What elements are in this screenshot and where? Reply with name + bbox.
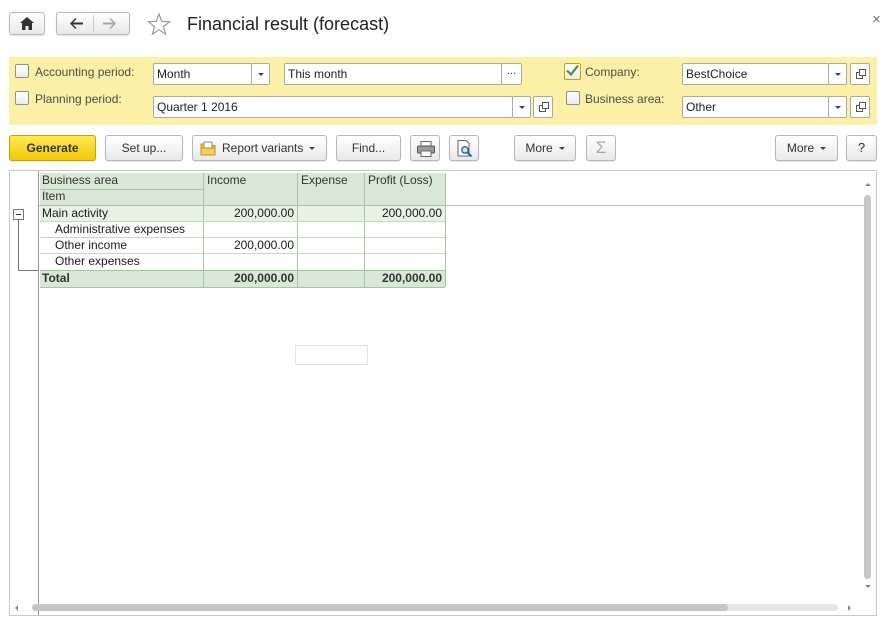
table-row-profit: [365, 222, 445, 238]
header-profit-loss: Profit (Loss): [365, 173, 445, 205]
accounting-period-checkbox[interactable]: [15, 64, 29, 78]
vertical-scrollbar[interactable]: [863, 181, 873, 591]
table-row-profit: [365, 254, 445, 270]
group-row-expense: [298, 206, 364, 222]
arrow-left-icon: [70, 18, 83, 29]
scroll-down-icon[interactable]: [863, 584, 873, 590]
business-area-label: Business area:: [585, 92, 665, 106]
scroll-up-icon[interactable]: [863, 181, 873, 187]
table-row-income: [204, 222, 297, 238]
report-variants-label: Report variants: [222, 141, 304, 155]
header-business-area: Business area: [40, 173, 203, 189]
setup-button[interactable]: Set up...: [105, 135, 183, 161]
header-expense: Expense: [298, 173, 364, 205]
scroll-left-icon[interactable]: [13, 603, 19, 613]
print-preview-icon: [457, 140, 473, 157]
home-button[interactable]: [9, 12, 45, 35]
selected-cell[interactable]: [295, 345, 368, 365]
forward-button[interactable]: [94, 13, 130, 34]
history-nav-group: [56, 12, 130, 35]
collapse-group-toggle[interactable]: [13, 209, 24, 220]
vertical-scroll-thumb[interactable]: [864, 195, 871, 579]
total-row-profit: 200,000.00: [365, 271, 445, 287]
table-row-label: Other income: [55, 238, 128, 252]
accounting-period-select-button[interactable]: ...: [501, 63, 522, 85]
help-button[interactable]: ?: [846, 135, 877, 161]
open-window-icon: [856, 102, 866, 112]
table-row-expense: [298, 254, 364, 270]
group-row-profit: 200,000.00: [365, 206, 445, 222]
company-field[interactable]: BestChoice: [682, 63, 829, 85]
horizontal-scrollbar[interactable]: [10, 601, 863, 613]
company-label: Company:: [585, 65, 640, 79]
table-row-label: Administrative expenses: [55, 222, 186, 236]
more-label: More: [525, 141, 553, 155]
table-row-income: 200,000.00: [233, 238, 294, 252]
business-area-dropdown[interactable]: [828, 96, 847, 118]
chevron-down-icon: [558, 147, 565, 151]
close-icon[interactable]: ×: [872, 11, 881, 28]
report-variants-icon: [200, 141, 216, 156]
printer-icon: [417, 141, 435, 157]
sum-button[interactable]: Σ: [586, 135, 616, 161]
open-window-icon: [856, 69, 866, 79]
table-row-income: [204, 254, 297, 270]
star-icon[interactable]: [147, 13, 171, 36]
accounting-period-label: Accounting period:: [35, 65, 135, 79]
group-row-label: Main activity: [40, 206, 203, 222]
more-label: More: [786, 141, 815, 155]
table-row-label: Other expenses: [55, 254, 140, 268]
total-row-income: 200,000.00: [204, 271, 297, 287]
accounting-period-type-dropdown[interactable]: [251, 63, 270, 85]
company-open-button[interactable]: [850, 63, 870, 85]
header-item: Item: [40, 189, 203, 205]
accounting-period-range-field[interactable]: This month: [284, 63, 502, 85]
header-income: Income: [204, 173, 297, 205]
business-area-checkbox[interactable]: [566, 91, 580, 105]
accounting-period-type-field[interactable]: Month: [153, 63, 252, 85]
table-row-expense: [298, 222, 364, 238]
planning-period-field[interactable]: Quarter 1 2016: [153, 96, 513, 118]
print-preview-button[interactable]: [449, 135, 479, 161]
page-title: Financial result (forecast): [187, 14, 390, 34]
business-area-open-button[interactable]: [850, 96, 870, 118]
company-checkbox[interactable]: [564, 63, 581, 80]
group-row-income: 200,000.00: [204, 206, 297, 222]
generate-button[interactable]: Generate: [9, 135, 96, 161]
total-row-label: Total: [40, 271, 203, 287]
company-dropdown[interactable]: [828, 63, 847, 85]
horizontal-scroll-thumb[interactable]: [32, 604, 728, 611]
checkmark-icon: [566, 64, 579, 77]
minus-icon: [16, 214, 21, 215]
chevron-down-icon: [820, 147, 827, 151]
open-window-icon: [539, 102, 549, 112]
find-button[interactable]: Find...: [336, 135, 401, 161]
scroll-right-icon[interactable]: [847, 603, 853, 613]
table-row-expense: [298, 238, 364, 254]
grouping-gutter: [10, 171, 39, 615]
table-row-profit: [365, 238, 445, 254]
more-actions-button-left[interactable]: More: [514, 135, 576, 161]
home-icon: [20, 17, 34, 30]
filter-panel: Accounting period: Month This month ... …: [9, 57, 877, 125]
total-row-expense: [298, 271, 364, 287]
back-button[interactable]: [57, 13, 93, 34]
planning-period-checkbox[interactable]: [15, 91, 29, 105]
planning-period-open-button[interactable]: [533, 96, 553, 118]
report-spreadsheet[interactable]: Business area Item Income Expense Profit…: [9, 170, 877, 616]
more-actions-button-right[interactable]: More: [775, 135, 838, 161]
business-area-field[interactable]: Other: [682, 96, 829, 118]
planning-period-label: Planning period:: [35, 92, 122, 106]
print-button[interactable]: [410, 135, 440, 161]
report-variants-button[interactable]: Report variants: [192, 135, 327, 161]
planning-period-dropdown[interactable]: [512, 96, 531, 118]
chevron-down-icon: [309, 147, 316, 151]
arrow-right-icon: [103, 18, 116, 29]
